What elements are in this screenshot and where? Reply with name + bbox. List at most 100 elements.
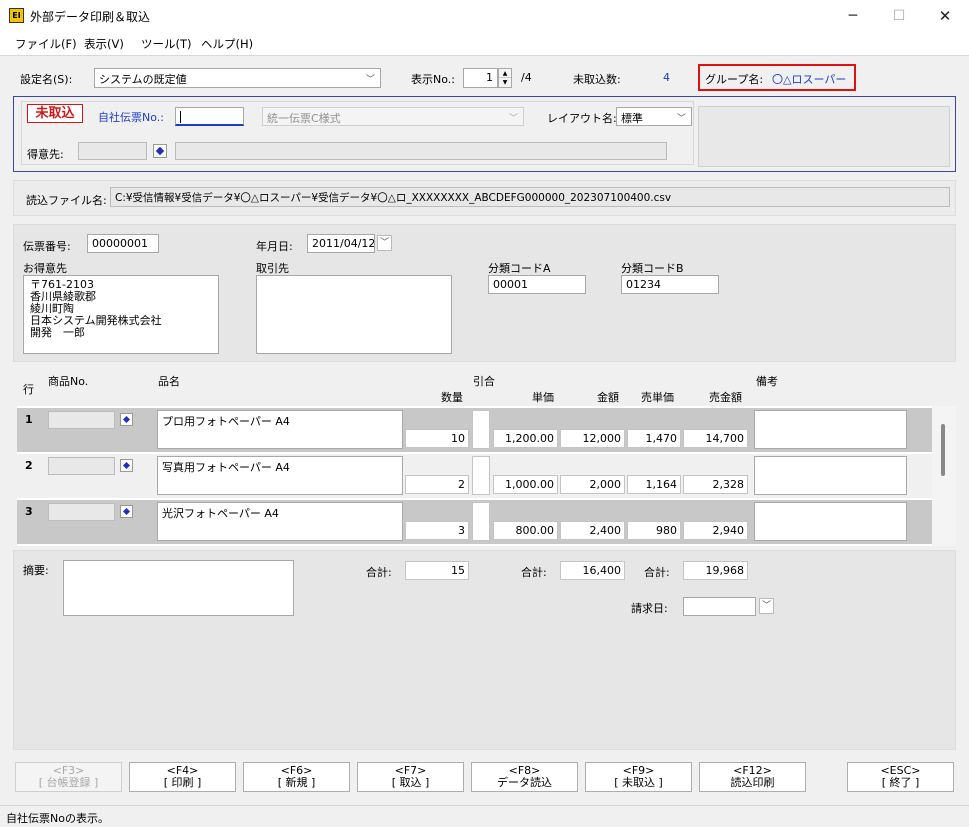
sell-total-label: 合計: bbox=[644, 566, 670, 579]
print-button[interactable]: <F4>[ 印刷 ] bbox=[129, 762, 236, 792]
new-label: [ 新規 ] bbox=[277, 776, 316, 789]
customer-code-input[interactable] bbox=[78, 142, 147, 160]
display-no-input[interactable]: 1 bbox=[463, 68, 498, 88]
layout-select[interactable]: 標準 ﹀ bbox=[616, 107, 692, 126]
ledger-register-button[interactable]: <F3>[ 台帳登録 ] bbox=[15, 762, 122, 792]
import-button[interactable]: <F7>[ 取込 ] bbox=[357, 762, 464, 792]
setting-name-select[interactable]: システムの既定値 ﹀ bbox=[94, 68, 381, 88]
new-button[interactable]: <F6>[ 新規 ] bbox=[243, 762, 350, 792]
exit-button[interactable]: <ESC>[ 終了 ] bbox=[847, 762, 954, 792]
status-text: 自社伝票Noの表示。 bbox=[6, 812, 109, 825]
product-no-input[interactable] bbox=[48, 457, 115, 475]
col-note-header: 備考 bbox=[756, 375, 778, 388]
unit-price-cell[interactable]: 1,000.00 bbox=[493, 475, 558, 494]
load-print-button[interactable]: <F12> 読込印刷 bbox=[699, 762, 806, 792]
file-label: 読込ファイル名: bbox=[26, 194, 107, 207]
date-label: 年月日: bbox=[256, 240, 293, 253]
minimize-icon: ─ bbox=[848, 7, 858, 24]
col-qty-header: 数量 bbox=[441, 391, 463, 404]
unimported-button-label: [ 未取込 ] bbox=[614, 776, 663, 789]
product-name-input[interactable]: 光沢フォトペーパー A4 bbox=[157, 502, 403, 541]
sell-price-cell[interactable]: 1,164 bbox=[627, 475, 681, 494]
table-row[interactable]: 1 プロ用フォトペーパー A4 10 1,200.00 12,000 1,470… bbox=[17, 408, 932, 452]
class-b-label: 分類コードB bbox=[621, 262, 684, 275]
grid-scrollbar[interactable] bbox=[932, 406, 956, 546]
sell-amount-cell[interactable]: 2,328 bbox=[683, 475, 748, 494]
qty-cell[interactable]: 2 bbox=[405, 475, 469, 494]
customer-lookup-button[interactable] bbox=[153, 144, 167, 158]
setting-name-value: システムの既定値 bbox=[99, 73, 187, 86]
unimported-button[interactable]: <F9>[ 未取込 ] bbox=[585, 762, 692, 792]
menu-help[interactable]: ヘルプ(H) bbox=[201, 36, 253, 52]
hikiai-cell[interactable] bbox=[472, 456, 490, 495]
chevron-down-icon: ﹀ bbox=[761, 601, 771, 611]
date-input[interactable]: 2011/04/12 bbox=[307, 234, 375, 253]
menu-file[interactable]: ファイル(F) bbox=[15, 36, 77, 52]
col-line-header: 行 bbox=[23, 383, 34, 396]
note-input[interactable] bbox=[754, 410, 907, 449]
table-row[interactable]: 2 写真用フォトペーパー A4 2 1,000.00 2,000 1,164 2… bbox=[17, 454, 932, 498]
amount-cell[interactable]: 2,000 bbox=[560, 475, 625, 494]
data-load-button[interactable]: <F8> データ読込 bbox=[471, 762, 578, 792]
status-badge: 未取込 bbox=[27, 104, 83, 123]
class-a-input[interactable]: 00001 bbox=[488, 275, 586, 294]
col-unit-price-header: 単価 bbox=[532, 391, 554, 404]
hikiai-cell[interactable] bbox=[472, 502, 490, 541]
memo-input[interactable] bbox=[63, 560, 294, 616]
product-lookup-button[interactable] bbox=[120, 459, 133, 472]
customer-name-field bbox=[175, 142, 667, 160]
product-name-input[interactable]: 写真用フォトペーパー A4 bbox=[157, 456, 403, 495]
hikiai-cell[interactable] bbox=[472, 410, 490, 449]
qty-cell[interactable]: 10 bbox=[405, 429, 469, 448]
slip-number-label: 伝票番号: bbox=[23, 240, 71, 253]
chevron-down-icon: ﹀ bbox=[379, 238, 389, 248]
close-button[interactable]: ✕ bbox=[922, 0, 968, 31]
display-no-spinner[interactable]: ▲ ▼ bbox=[498, 68, 512, 88]
supplier-box[interactable] bbox=[256, 275, 452, 354]
info-panel bbox=[698, 106, 950, 167]
menu-tools[interactable]: ツール(T) bbox=[141, 36, 192, 52]
slip-no-input[interactable] bbox=[175, 107, 244, 126]
diamond-icon bbox=[155, 146, 165, 156]
product-no-input[interactable] bbox=[48, 411, 115, 429]
sell-amount-cell[interactable]: 14,700 bbox=[683, 429, 748, 448]
app-icon: EI bbox=[9, 8, 24, 23]
class-b-input[interactable]: 01234 bbox=[621, 275, 719, 294]
date-dropdown-button[interactable]: ﹀ bbox=[377, 235, 392, 251]
sell-price-cell[interactable]: 980 bbox=[627, 521, 681, 540]
maximize-button[interactable]: ☐ bbox=[876, 0, 922, 31]
product-name-input[interactable]: プロ用フォトペーパー A4 bbox=[157, 410, 403, 449]
note-input[interactable] bbox=[754, 456, 907, 495]
diamond-icon bbox=[122, 461, 131, 470]
text-cursor bbox=[180, 111, 181, 123]
customer-address-box[interactable]: 〒761-2103 香川県綾歌郡 綾川町陶 日本システム開発株式会社 開発 一郎 bbox=[23, 275, 219, 354]
unit-price-cell[interactable]: 1,200.00 bbox=[493, 429, 558, 448]
unit-price-cell[interactable]: 800.00 bbox=[493, 521, 558, 540]
slip-format-select[interactable]: 統一伝票C様式 ﹀ bbox=[262, 107, 524, 126]
minimize-button[interactable]: ─ bbox=[830, 0, 876, 31]
unimported-label: 未取込数: bbox=[573, 73, 621, 86]
class-a-label: 分類コードA bbox=[488, 262, 551, 275]
amount-cell[interactable]: 2,400 bbox=[560, 521, 625, 540]
table-row[interactable]: 3 光沢フォトペーパー A4 3 800.00 2,400 980 2,940 bbox=[17, 500, 932, 544]
billing-date-dropdown[interactable]: ﹀ bbox=[759, 598, 774, 614]
slip-number-input[interactable]: 00000001 bbox=[87, 234, 159, 253]
qty-total-label: 合計: bbox=[366, 566, 392, 579]
billing-date-input[interactable] bbox=[683, 597, 756, 616]
scrollbar-thumb[interactable] bbox=[941, 424, 945, 476]
menu-view[interactable]: 表示(V) bbox=[84, 36, 124, 52]
sell-amount-cell[interactable]: 2,940 bbox=[683, 521, 748, 540]
qty-cell[interactable]: 3 bbox=[405, 521, 469, 540]
sell-price-cell[interactable]: 1,470 bbox=[627, 429, 681, 448]
col-product-name-header: 品名 bbox=[158, 375, 180, 388]
amount-cell[interactable]: 12,000 bbox=[560, 429, 625, 448]
spin-down-icon[interactable]: ▼ bbox=[499, 78, 511, 87]
product-lookup-button[interactable] bbox=[120, 505, 133, 518]
data-load-label: データ読込 bbox=[497, 776, 552, 789]
print-label: [ 印刷 ] bbox=[163, 776, 202, 789]
customer-box-label: お得意先 bbox=[23, 262, 67, 275]
spin-up-icon[interactable]: ▲ bbox=[499, 69, 511, 78]
note-input[interactable] bbox=[754, 502, 907, 541]
product-lookup-button[interactable] bbox=[120, 413, 133, 426]
product-no-input[interactable] bbox=[48, 503, 115, 521]
